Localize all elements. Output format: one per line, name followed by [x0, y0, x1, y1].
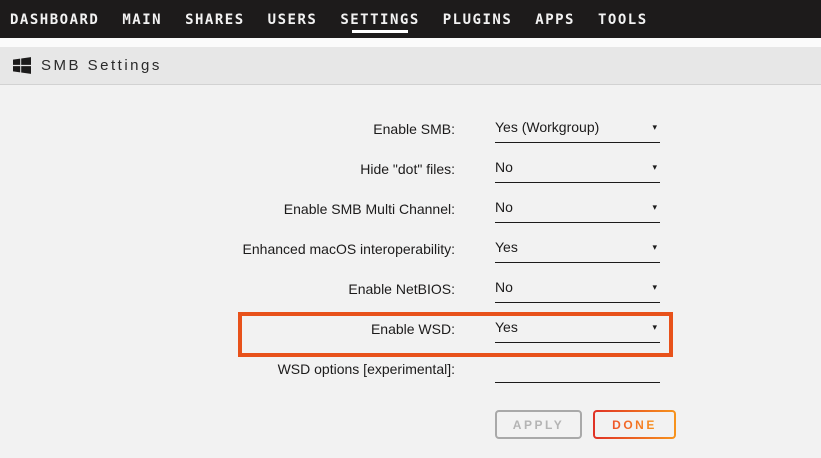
- nav-item-plugins[interactable]: PLUGINS: [443, 1, 513, 37]
- apply-button[interactable]: APPLY: [495, 410, 582, 439]
- field-label: Hide "dot" files:: [0, 161, 455, 177]
- selected-value: No: [495, 199, 513, 215]
- smb-settings-form: Enable SMB: Yes (Workgroup) ▾ Hide "dot"…: [0, 85, 821, 439]
- field-label: Enable SMB:: [0, 121, 455, 137]
- chevron-down-icon: ▾: [652, 203, 660, 212]
- form-row-smb-multi-channel: Enable SMB Multi Channel: No ▾: [0, 189, 821, 229]
- chevron-down-icon: ▾: [652, 123, 660, 132]
- page-header: SMB Settings: [0, 47, 821, 85]
- field-label: Enable SMB Multi Channel:: [0, 201, 455, 217]
- selected-value: Yes: [495, 319, 518, 335]
- field-label: Enhanced macOS interoperability:: [0, 241, 455, 257]
- page-title: SMB Settings: [41, 57, 162, 74]
- enable-wsd-select[interactable]: Yes ▾: [495, 316, 660, 343]
- chevron-down-icon: ▾: [652, 283, 660, 292]
- done-button[interactable]: DONE: [593, 410, 676, 439]
- hide-dot-files-select[interactable]: No ▾: [495, 156, 660, 183]
- windows-logo-icon: [13, 57, 31, 74]
- macos-interoperability-select[interactable]: Yes ▾: [495, 236, 660, 263]
- selected-value: No: [495, 159, 513, 175]
- form-actions: APPLY DONE: [495, 410, 821, 439]
- chevron-down-icon: ▾: [652, 243, 660, 252]
- chevron-down-icon: ▾: [652, 323, 660, 332]
- selected-value: Yes (Workgroup): [495, 119, 599, 135]
- smb-multi-channel-select[interactable]: No ▾: [495, 196, 660, 223]
- selected-value: No: [495, 279, 513, 295]
- nav-item-users[interactable]: USERS: [268, 1, 318, 37]
- form-row-hide-dot-files: Hide "dot" files: No ▾: [0, 149, 821, 189]
- form-row-enable-smb: Enable SMB: Yes (Workgroup) ▾: [0, 109, 821, 149]
- form-row-wsd-options: WSD options [experimental]:: [0, 349, 821, 389]
- form-row-enable-netbios: Enable NetBIOS: No ▾: [0, 269, 821, 309]
- apply-button-label: APPLY: [513, 418, 564, 432]
- form-row-macos-interoperability: Enhanced macOS interoperability: Yes ▾: [0, 229, 821, 269]
- nav-item-apps[interactable]: APPS: [535, 1, 575, 37]
- nav-item-shares[interactable]: SHARES: [185, 1, 245, 37]
- nav-item-settings[interactable]: SETTINGS: [340, 1, 419, 37]
- done-button-label: DONE: [612, 418, 657, 432]
- field-label: WSD options [experimental]:: [0, 361, 455, 377]
- wsd-options-input[interactable]: [495, 356, 660, 383]
- nav-item-tools[interactable]: TOOLS: [598, 1, 648, 37]
- selected-value: Yes: [495, 239, 518, 255]
- field-label: Enable NetBIOS:: [0, 281, 455, 297]
- chevron-down-icon: ▾: [652, 163, 660, 172]
- enable-netbios-select[interactable]: No ▾: [495, 276, 660, 303]
- enable-smb-select[interactable]: Yes (Workgroup) ▾: [495, 116, 660, 143]
- header-spacer: [0, 38, 821, 47]
- nav-item-dashboard[interactable]: DASHBOARD: [10, 1, 99, 37]
- field-label: Enable WSD:: [0, 321, 455, 337]
- form-row-enable-wsd: Enable WSD: Yes ▾: [0, 309, 821, 349]
- nav-item-main[interactable]: MAIN: [122, 1, 162, 37]
- top-navigation: DASHBOARD MAIN SHARES USERS SETTINGS PLU…: [0, 0, 821, 38]
